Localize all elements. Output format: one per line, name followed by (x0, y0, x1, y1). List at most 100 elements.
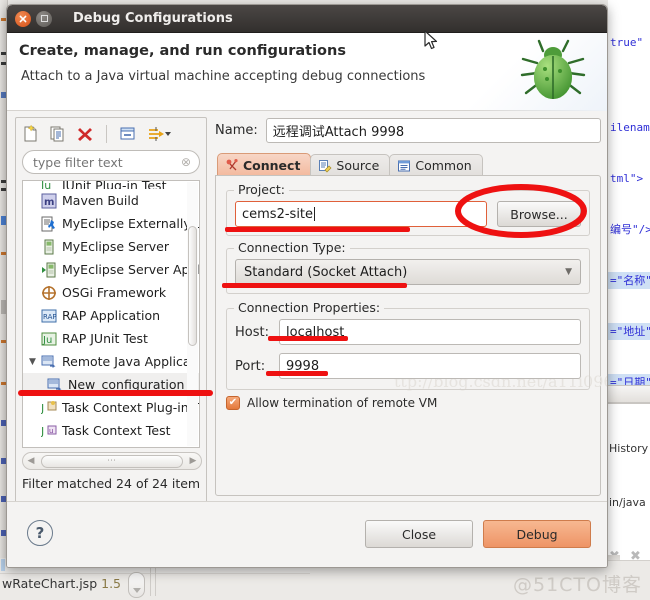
footer-buttons: Close Debug (365, 520, 591, 548)
tab-common-label: Common (415, 158, 472, 173)
collapse-all-icon[interactable] (119, 125, 137, 143)
connect-icon (226, 159, 238, 171)
dialog-footer: ? Close Debug (7, 501, 607, 567)
dialog-body: ⊗ Ju JUnit Plug-in Test m Maven Build MyEcli… (7, 111, 607, 567)
host-input[interactable]: localhost (279, 319, 581, 345)
clear-icon[interactable]: ⊗ (181, 155, 191, 169)
name-label: Name: (215, 122, 258, 138)
host-label: Host: (235, 324, 269, 340)
tree-vertical-scrollbar[interactable] (187, 182, 198, 446)
name-input[interactable]: 远程调试Attach 9998 (265, 117, 601, 143)
tree-item-myeclipse-server[interactable]: MyEclipse Server (23, 235, 199, 258)
window-close-button[interactable] (15, 10, 31, 27)
tab-source[interactable]: Source (310, 154, 391, 176)
debug-button[interactable]: Debug (483, 520, 591, 548)
tab-connect[interactable]: Connect (217, 153, 312, 176)
port-input[interactable]: 9998 (279, 353, 581, 379)
allow-termination-row[interactable]: ✔ Allow termination of remote VM (226, 396, 590, 410)
tree-item-osgi-framework[interactable]: OSGi Framework (23, 281, 199, 304)
connect-tab-panel: ttp://blog.csdn.net/a11i0968 Project: ce… (215, 175, 607, 539)
tree-horizontal-scrollbar[interactable]: ◀ ⋯ ▶ (22, 452, 202, 470)
allow-termination-label: Allow termination of remote VM (247, 396, 438, 410)
chevron-down-icon: ▼ (565, 267, 572, 277)
svg-text:m: m (44, 197, 54, 208)
browse-button[interactable]: Browse... (497, 201, 581, 227)
tree-item-myeclipse-externally-l[interactable]: MyEclipse Externally L (23, 212, 199, 235)
project-value: cems2-site (242, 206, 314, 222)
tree-item-maven-build[interactable]: m Maven Build (23, 189, 199, 212)
editor-line: 编号"/> (610, 223, 650, 236)
dialog-title: Debug Configurations (73, 11, 233, 26)
screen: true" ilenam tml"> 编号"/> ="名称" ="地址" ="日… (0, 0, 650, 600)
tree-item-task-context-plug-in-t[interactable]: J Task Context Plug-in T (23, 396, 199, 419)
red-x-icon[interactable] (76, 125, 94, 143)
copy-icon[interactable] (49, 125, 67, 143)
tree-item-junit-plug-in-test[interactable]: Ju JUnit Plug-in Test (23, 181, 199, 189)
scrollbar-thumb[interactable]: ⋯ (41, 454, 183, 468)
project-group: Project: cems2-site Browse... (226, 182, 590, 236)
dialog-titlebar[interactable]: Debug Configurations (7, 5, 607, 33)
new-document-icon[interactable] (22, 124, 40, 143)
connection-properties-label: Connection Properties: (234, 300, 385, 315)
scrollbar-thumb[interactable] (188, 226, 197, 346)
search-input[interactable] (31, 153, 166, 171)
remote-java-icon (41, 354, 57, 370)
tree-item-myeclipse-server-appl[interactable]: MyEclipse Server Appl (23, 258, 199, 281)
tree-item-xsl[interactable]: XSL (23, 442, 199, 447)
page-subtitle: Attach to a Java virtual machine accepti… (21, 69, 426, 84)
tree-item-remote-java-applicat[interactable]: ▼ Remote Java Applicat (23, 350, 199, 373)
scroll-left-icon[interactable]: ◀ (23, 456, 39, 466)
svg-text:RAP: RAP (43, 313, 57, 321)
name-row: Name: 远程调试Attach 9998 (215, 117, 601, 143)
name-value: 远程调试Attach 9998 (272, 124, 405, 140)
port-value: 9998 (286, 358, 320, 374)
tree-toolbar (16, 118, 206, 150)
chevron-down-icon (133, 588, 141, 593)
tree-item-rap-junit-test[interactable]: Ju RAP JUnit Test (23, 327, 199, 350)
filter-box[interactable]: ⊗ (22, 150, 200, 174)
tree-item-label: MyEclipse Server Appl (62, 262, 200, 277)
tab-bar: Connect Source Common (215, 152, 601, 176)
configurations-panel: ⊗ Ju JUnit Plug-in Test m Maven Build MyEcli… (15, 117, 207, 509)
status-spinner[interactable] (128, 572, 145, 598)
tree-item-label: Remote Java Applicat (62, 354, 196, 369)
connection-type-select[interactable]: Standard (Socket Attach) ▼ (235, 259, 581, 285)
rap-icon: RAP (41, 308, 57, 324)
host-row: Host: localhost (235, 319, 581, 345)
filter-icon[interactable] (146, 125, 172, 143)
bottom-view-line: in/java (609, 496, 646, 509)
tab-common[interactable]: Common (389, 154, 483, 176)
project-label: Project: (234, 182, 289, 197)
help-button[interactable]: ? (27, 520, 53, 546)
chevron-down-icon[interactable]: ▼ (29, 357, 41, 367)
configuration-form: Name: 远程调试Attach 9998 Connect Source Com… (215, 117, 607, 539)
svg-text:J: J (41, 402, 44, 415)
ide-bottom-view[interactable]: History in/java ✖ ✖ (608, 403, 650, 564)
ide-view-tabs[interactable] (608, 385, 650, 403)
svg-text:J: J (41, 425, 44, 438)
scroll-right-icon[interactable]: ▶ (185, 456, 201, 466)
close-button[interactable]: Close (365, 520, 473, 548)
window-maximize-button[interactable] (36, 10, 52, 27)
tree-item-label: JUnit Plug-in Test (62, 181, 167, 189)
allow-termination-checkbox[interactable]: ✔ (226, 396, 240, 410)
tree-item-label: MyEclipse Externally L (62, 216, 200, 231)
port-row: Port: 9998 (235, 353, 581, 379)
tree-item-label: OSGi Framework (62, 285, 167, 300)
debug-configurations-dialog: Debug Configurations Create, manage, and… (6, 4, 608, 568)
junit-icon: Ju (40, 181, 57, 189)
remote-java-icon (47, 377, 63, 393)
host-value: localhost (286, 324, 345, 340)
status-divider (150, 568, 151, 596)
maven-icon: m (41, 193, 57, 209)
tree-item-task-context-test[interactable]: Ju Task Context Test (23, 419, 199, 442)
tree-item-rap-application[interactable]: RAP RAP Application (23, 304, 199, 327)
editor-line: ilenam (610, 121, 650, 134)
tab-connect-label: Connect (243, 157, 301, 173)
configurations-tree[interactable]: Ju JUnit Plug-in Test m Maven Build MyEclips… (22, 180, 200, 448)
osgi-icon (41, 285, 57, 301)
maximize-icon (40, 15, 48, 22)
tree-item-label: RAP Application (62, 308, 161, 323)
tree-item-new-configuration[interactable]: New_configuration (23, 373, 199, 396)
project-input[interactable]: cems2-site (235, 201, 487, 227)
